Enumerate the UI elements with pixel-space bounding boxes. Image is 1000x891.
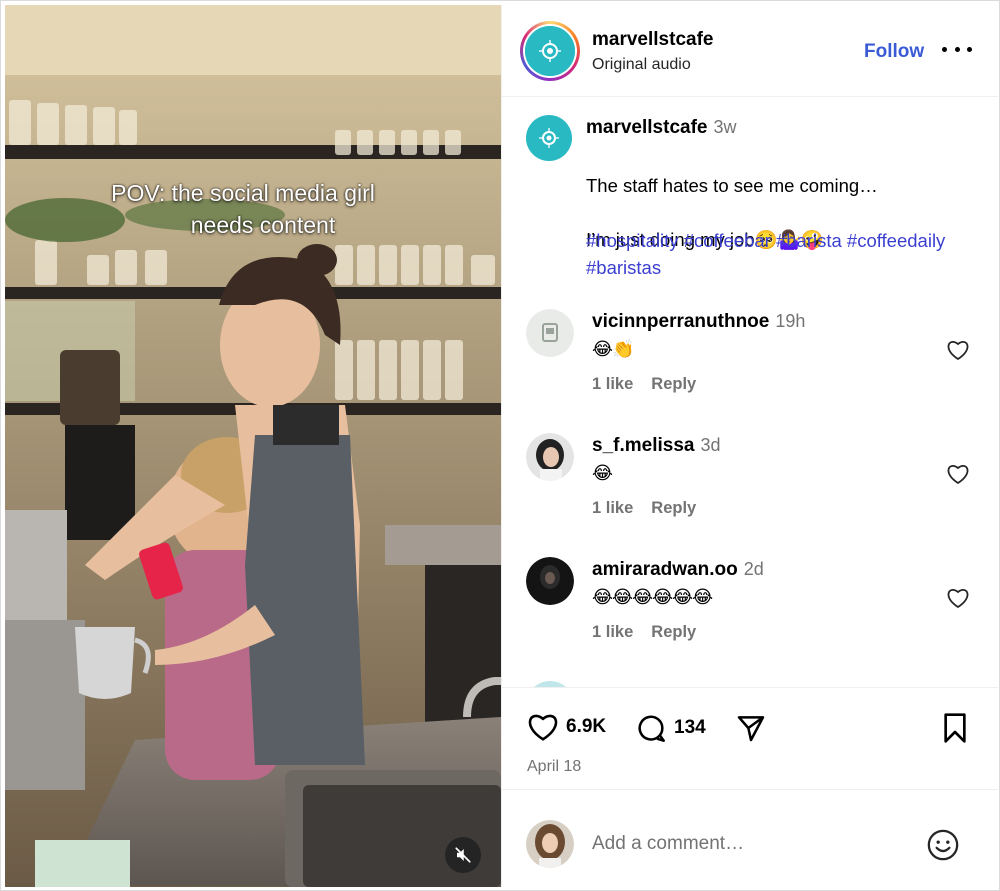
more-options-icon[interactable] <box>942 37 972 61</box>
commenter-avatar[interactable] <box>526 557 574 605</box>
reply-button[interactable]: Reply <box>651 499 696 517</box>
video-overlay-caption: POV: the social media girl needs content <box>5 177 501 241</box>
comment-age: 3d <box>700 435 721 455</box>
post-date[interactable]: April 18 <box>527 758 581 776</box>
caption-hashtags: #hospitality #coffeebar #barista #coffee… <box>586 227 946 281</box>
overlay-line-2: needs content <box>190 212 336 238</box>
follow-button[interactable]: Follow <box>864 41 924 63</box>
post-actions-bar: 6.9K 134 April 18 <box>502 687 998 789</box>
like-button[interactable]: 6.9K <box>526 712 606 742</box>
bookmark-icon <box>944 713 966 743</box>
post-dialog: POV: the social media girl needs content <box>0 0 1000 891</box>
speaker-muted-icon <box>455 847 471 863</box>
heart-icon <box>528 714 558 741</box>
author-avatar[interactable] <box>520 21 580 81</box>
caption-age: 3w <box>713 117 737 137</box>
audio-source-link[interactable]: Original audio <box>592 56 691 74</box>
share-button[interactable] <box>734 712 768 744</box>
author-username[interactable]: marvellstcafe <box>592 29 713 51</box>
current-user-avatar <box>526 820 574 868</box>
comment-username[interactable]: vicinnperranuthnoe <box>592 311 769 332</box>
comment-text: 😂😂😂😂😂😂 <box>592 587 713 607</box>
overlay-line-1: POV: the social media girl <box>111 180 375 206</box>
post-header: marvellstcafe Original audio Follow <box>502 5 998 97</box>
post-details-panel: marvellstcafe Original audio Follow marv… <box>501 5 998 887</box>
save-button[interactable] <box>940 712 970 744</box>
comment-count: 134 <box>674 717 706 738</box>
add-comment-bar <box>502 789 998 887</box>
comment-text: 😂👏 <box>592 339 634 359</box>
comment-age: 2d <box>743 559 764 579</box>
comment-item: s_f.melissa 3d 😂 1 like Reply <box>502 433 998 543</box>
video-frame-image <box>5 5 501 887</box>
comment-item: vicinnperranuthnoe 19h 😂👏 1 like Reply <box>502 309 998 419</box>
comment-username[interactable]: s_f.melissa <box>592 435 694 456</box>
comment-item: amiraradwan.oo 2d 😂😂😂😂😂😂 1 like Reply <box>502 557 998 667</box>
hashtag-link[interactable]: #hospitality <box>586 230 679 251</box>
like-count: 6.9K <box>566 716 607 737</box>
reel-video[interactable]: POV: the social media girl needs content <box>5 5 501 887</box>
cafe-logo-icon <box>525 26 575 76</box>
hashtag-link[interactable]: #coffeebar <box>684 230 771 251</box>
hashtag-link[interactable]: #baristas <box>586 257 661 278</box>
paper-plane-icon <box>737 716 765 742</box>
mute-toggle-button[interactable] <box>445 837 481 873</box>
reply-button[interactable]: Reply <box>651 375 696 393</box>
comment-like-heart-icon[interactable] <box>946 587 970 614</box>
comments-list[interactable]: marvellstcafe 3w The staff hates to see m… <box>502 97 998 687</box>
comment-input[interactable] <box>592 828 912 860</box>
comment-like-heart-icon[interactable] <box>946 463 970 490</box>
comment-likes-link[interactable]: 1 like <box>592 623 633 641</box>
comment-like-heart-icon[interactable] <box>946 339 970 366</box>
emoji-picker-icon[interactable] <box>926 828 960 867</box>
comment-text: 😂 <box>592 463 613 483</box>
caption-author-avatar[interactable] <box>526 115 572 161</box>
cafe-logo-icon <box>526 115 572 161</box>
comment-likes-link[interactable]: 1 like <box>592 499 633 517</box>
hashtag-link[interactable]: #coffeedaily <box>847 230 945 251</box>
comment-username[interactable]: amiraradwan.oo <box>592 559 738 580</box>
comment-age: 19h <box>775 311 806 331</box>
comment-likes-link[interactable]: 1 like <box>592 375 633 393</box>
caption-username[interactable]: marvellstcafe <box>586 117 707 138</box>
caption-line-1: The staff hates to see me coming… <box>586 175 878 196</box>
hashtag-link[interactable]: #barista <box>776 230 842 251</box>
reply-button[interactable]: Reply <box>651 623 696 641</box>
commenter-avatar[interactable] <box>526 309 574 357</box>
speech-bubble-icon <box>638 715 665 742</box>
commenter-avatar[interactable] <box>526 433 574 481</box>
comment-button[interactable]: 134 <box>634 712 706 744</box>
